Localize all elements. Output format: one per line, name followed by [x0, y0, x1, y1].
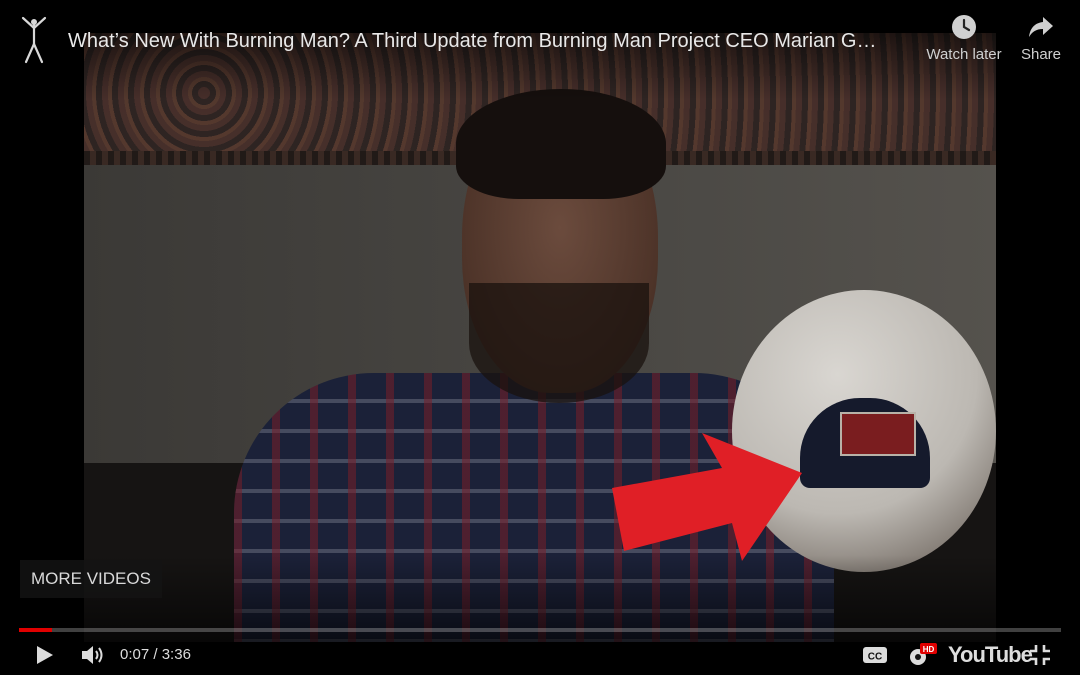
volume-icon — [82, 646, 103, 664]
share-arrow-icon — [1029, 17, 1053, 37]
more-videos-button[interactable]: MORE VIDEOS — [20, 560, 162, 598]
mute-button[interactable] — [80, 641, 106, 669]
time-display: 0:07 / 3:36 — [120, 646, 191, 663]
clock-icon — [952, 15, 976, 39]
captions-button[interactable]: CC — [862, 641, 888, 669]
black-rock-city-cap — [800, 398, 930, 488]
settings-icon: HD — [910, 643, 937, 665]
play-icon — [37, 646, 53, 664]
share-label: Share — [1020, 46, 1062, 63]
youtube-logo[interactable]: YouTube — [948, 642, 1033, 668]
captions-icon: CC — [863, 647, 887, 663]
burning-man-logo-icon[interactable] — [20, 16, 48, 64]
speaker-hair — [456, 89, 666, 199]
exit-fullscreen-icon — [1030, 645, 1050, 665]
current-time: 0:07 — [120, 646, 150, 663]
play-button[interactable] — [34, 641, 56, 669]
progress-bar[interactable] — [19, 628, 1061, 632]
red-arrow-annotation — [612, 433, 802, 561]
progress-played — [19, 628, 53, 632]
hd-badge: HD — [923, 645, 935, 654]
duration: 3:36 — [161, 646, 191, 663]
cap-patch — [840, 412, 916, 456]
speaker-beard — [469, 283, 649, 403]
video-player[interactable]: What’s New With Burning Man? A Third Upd… — [0, 0, 1080, 675]
watch-later-button[interactable]: Watch later — [920, 14, 1008, 63]
share-button[interactable]: Share — [1014, 14, 1068, 63]
video-title[interactable]: What’s New With Burning Man? A Third Upd… — [68, 30, 913, 53]
video-frame[interactable] — [84, 33, 996, 642]
watch-later-label: Watch later — [926, 46, 1002, 63]
settings-button[interactable]: HD — [906, 641, 938, 669]
exit-fullscreen-button[interactable] — [1028, 641, 1052, 669]
svg-text:CC: CC — [868, 652, 882, 663]
